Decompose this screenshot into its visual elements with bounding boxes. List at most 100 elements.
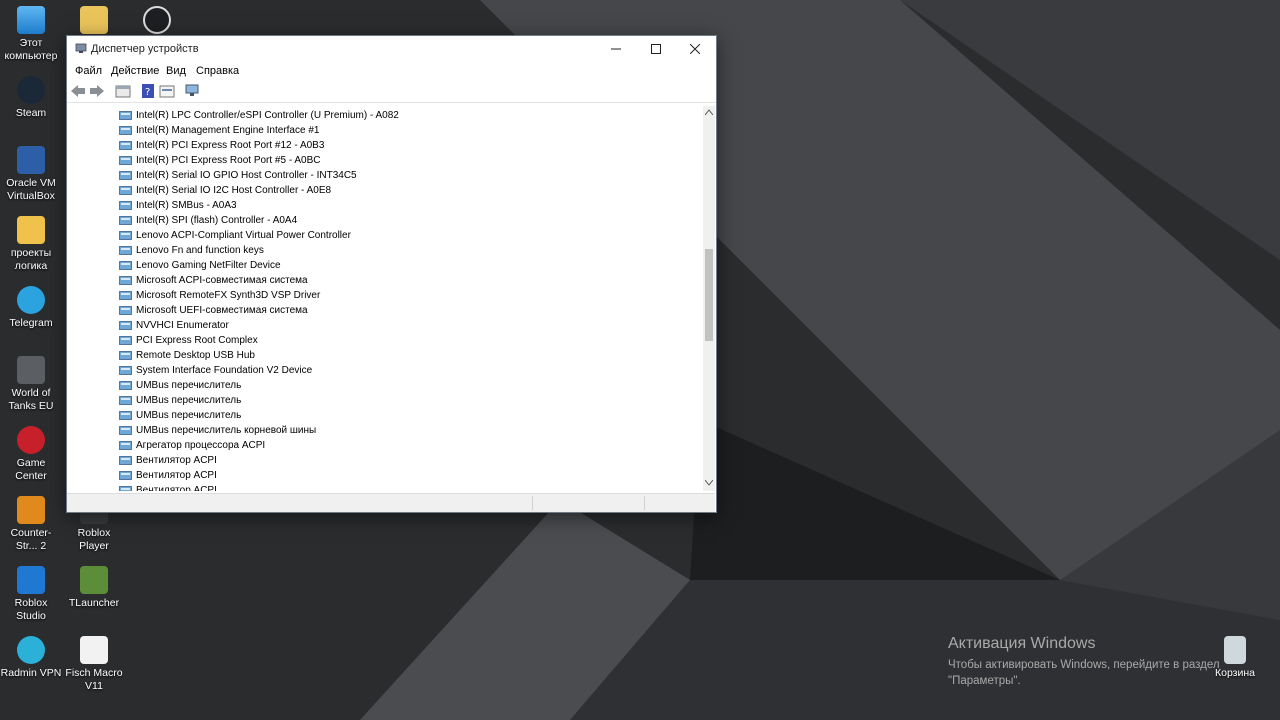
- system-device-icon: [119, 291, 132, 300]
- telegram-icon: [17, 286, 45, 314]
- maximize-button[interactable]: [637, 36, 677, 62]
- folder-icon: [80, 6, 108, 34]
- title-bar[interactable]: Диспетчер устройств: [67, 36, 716, 62]
- device-name: UMBus перечислитель: [136, 380, 242, 391]
- forward-arrow-icon[interactable]: [89, 84, 105, 98]
- activation-line-1: Чтобы активировать Windows, перейдите в …: [948, 659, 1220, 671]
- counter-strike-icon: [17, 496, 45, 524]
- desktop-icon-game-center[interactable]: Game Center: [0, 426, 62, 483]
- desktop-icon-telegram[interactable]: Telegram: [0, 286, 62, 330]
- menu-view[interactable]: Вид: [166, 65, 186, 77]
- recycle-bin-icon: [1224, 636, 1246, 664]
- maximize-icon: [651, 44, 661, 54]
- system-device-icon: [119, 216, 132, 225]
- system-device-icon: [119, 411, 132, 420]
- device-name: Lenovo Gaming NetFilter Device: [136, 260, 281, 271]
- status-separator: [532, 496, 533, 510]
- scroll-down-arrow-icon[interactable]: [705, 480, 713, 486]
- device-name: PCI Express Root Complex: [136, 335, 258, 346]
- system-device-icon: [119, 336, 132, 345]
- close-button[interactable]: [676, 36, 716, 62]
- help-icon[interactable]: ?: [140, 84, 156, 98]
- system-device-icon: [119, 426, 132, 435]
- system-device-icon: [119, 486, 132, 491]
- device-name: Intel(R) Serial IO I2C Host Controller -…: [136, 185, 332, 196]
- system-device-icon: [119, 321, 132, 330]
- device-name: Microsoft ACPI-совместимая система: [136, 275, 308, 286]
- system-device-icon: [119, 381, 132, 390]
- scan-hardware-icon[interactable]: [185, 84, 201, 98]
- properties-icon[interactable]: [115, 84, 131, 98]
- minimize-icon: [611, 48, 621, 50]
- fisch-macro-icon: [80, 636, 108, 664]
- system-device-icon: [119, 261, 132, 270]
- desktop-icon-folder-top[interactable]: [63, 6, 125, 37]
- device-name: UMBus перечислитель корневой шины: [136, 425, 317, 436]
- device-name: Intel(R) PCI Express Root Port #5 - A0BC: [136, 155, 321, 166]
- desktop-icon-counter-strike[interactable]: Counter-Str... 2: [0, 496, 62, 553]
- computer-icon: [17, 6, 45, 34]
- device-name: Microsoft UEFI-совместимая система: [136, 305, 308, 316]
- close-icon: [690, 44, 700, 54]
- desktop-icon-world-of-tanks[interactable]: World of Tanks EU: [0, 356, 62, 413]
- status-bar: [67, 493, 715, 512]
- device-name: Intel(R) Serial IO GPIO Host Controller …: [136, 170, 357, 181]
- desktop-icon-roblox-studio[interactable]: Roblox Studio: [0, 566, 62, 623]
- device-manager-icon: [75, 43, 87, 53]
- device-name: Microsoft RemoteFX Synth3D VSP Driver: [136, 290, 321, 301]
- desktop-icon-radmin-vpn[interactable]: Radmin VPN: [0, 636, 62, 680]
- system-device-icon: [119, 351, 132, 360]
- device-tree[interactable]: Intel(R) LPC Controller/eSPI Controller …: [67, 106, 703, 491]
- menu-file[interactable]: Файл: [75, 65, 102, 77]
- device-name: Lenovo Fn and function keys: [136, 245, 264, 256]
- device-name: Intel(R) PCI Express Root Port #12 - A0B…: [136, 140, 325, 151]
- device-name: Intel(R) SPI (flash) Controller - A0A4: [136, 215, 298, 226]
- desktop-icon-steam[interactable]: Steam: [0, 76, 62, 120]
- window-title: Диспетчер устройств: [91, 43, 199, 55]
- update-driver-icon[interactable]: [159, 84, 175, 98]
- system-device-icon: [119, 306, 132, 315]
- windows-activation-watermark: Активация Windows Чтобы активировать Win…: [948, 635, 1220, 689]
- system-device-icon: [119, 156, 132, 165]
- system-device-icon: [119, 471, 132, 480]
- desktop-icon-app-top[interactable]: [126, 6, 188, 37]
- device-name: NVVHCI Enumerator: [136, 320, 229, 331]
- vertical-scrollbar[interactable]: [703, 106, 715, 491]
- system-device-icon: [119, 456, 132, 465]
- device-name: UMBus перечислитель: [136, 395, 242, 406]
- desktop-icon-projects-folder[interactable]: проекты логика: [0, 216, 62, 273]
- desktop-icon-this-pc[interactable]: Этот компьютер: [0, 6, 62, 63]
- minimize-button[interactable]: [597, 36, 637, 62]
- virtualbox-icon: [17, 146, 45, 174]
- activation-title: Активация Windows: [948, 635, 1096, 652]
- folder-icon: [17, 216, 45, 244]
- scroll-up-arrow-icon[interactable]: [705, 109, 713, 115]
- system-device-icon: [119, 366, 132, 375]
- radmin-vpn-icon: [17, 636, 45, 664]
- app-circle-icon: [143, 6, 171, 34]
- back-arrow-icon[interactable]: [70, 84, 86, 98]
- menu-help[interactable]: Справка: [196, 65, 239, 77]
- desktop-icon-tlauncher[interactable]: TLauncher: [63, 566, 125, 610]
- device-name: Remote Desktop USB Hub: [136, 350, 255, 361]
- game-center-icon: [17, 426, 45, 454]
- device-name: Lenovo ACPI-Compliant Virtual Power Cont…: [136, 230, 351, 241]
- device-name: UMBus перечислитель: [136, 410, 242, 421]
- device-name: Intel(R) LPC Controller/eSPI Controller …: [136, 110, 399, 121]
- device-name: Вентилятор ACPI: [136, 455, 217, 466]
- scrollbar-thumb[interactable]: [705, 249, 713, 341]
- device-name: Вентилятор ACPI: [136, 485, 217, 491]
- system-device-icon: [119, 186, 132, 195]
- desktop-icon-fisch-macro[interactable]: Fisch Macro V11: [63, 636, 125, 693]
- activation-line-2: "Параметры".: [948, 675, 1021, 687]
- menu-action[interactable]: Действие: [111, 65, 159, 77]
- system-device-icon: [119, 396, 132, 405]
- tlauncher-icon: [80, 566, 108, 594]
- toolbar: ?: [67, 80, 716, 103]
- system-device-icon: [119, 276, 132, 285]
- system-device-icon: [119, 231, 132, 240]
- device-name: Вентилятор ACPI: [136, 470, 217, 481]
- device-name: System Interface Foundation V2 Device: [136, 365, 313, 376]
- device-name: Агрегатор процессора ACPI: [136, 440, 266, 451]
- desktop-icon-virtualbox[interactable]: Oracle VM VirtualBox: [0, 146, 62, 203]
